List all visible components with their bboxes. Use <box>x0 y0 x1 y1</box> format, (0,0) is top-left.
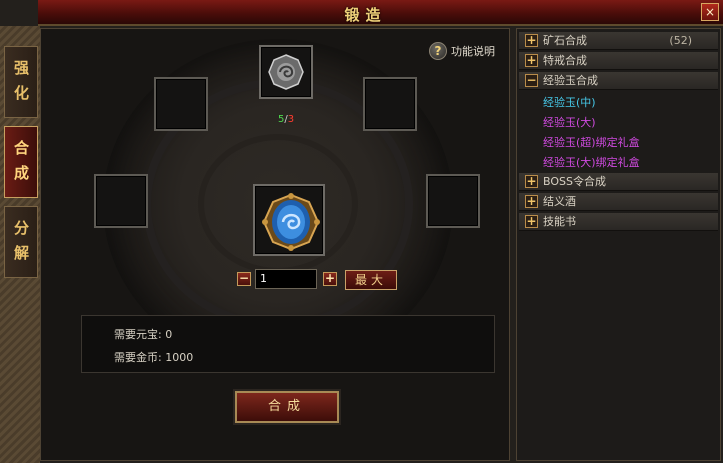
left-tab-bar: 强化 合成 分解 <box>0 26 40 463</box>
ingredient-need: 3 <box>287 114 295 125</box>
empty-slot-upper-left[interactable] <box>154 77 208 131</box>
expand-plus-icon[interactable]: + <box>525 195 538 208</box>
ore-stone-icon <box>268 54 304 90</box>
close-button[interactable]: × <box>701 3 719 21</box>
category-ore[interactable]: + 矿石合成 (52) <box>519 32 718 50</box>
required-ingot-text: 需要元宝: 0 <box>114 328 173 341</box>
ingredient-slot-top[interactable] <box>259 45 313 99</box>
quantity-input[interactable]: 1 <box>255 269 317 289</box>
expand-plus-icon[interactable]: + <box>525 175 538 188</box>
empty-slot-lower-right[interactable] <box>426 174 480 228</box>
plus-button[interactable]: + <box>323 272 337 286</box>
category-sworn-wine[interactable]: + 结义酒 <box>519 193 718 211</box>
title-bar: 锻造 × <box>38 0 723 26</box>
ingredient-count: 5/3 <box>261 114 311 125</box>
recipe-tree: + 矿石合成 (52) + 特戒合成 − 经验玉合成 经验玉(中) 经验玉(大)… <box>516 28 721 461</box>
expand-plus-icon[interactable]: + <box>525 215 538 228</box>
tab-enhance[interactable]: 强化 <box>4 46 38 118</box>
category-skill-book[interactable]: + 技能书 <box>519 213 718 231</box>
tab-synthesize[interactable]: 合成 <box>4 126 38 198</box>
question-icon: ? <box>429 42 447 60</box>
synthesize-button[interactable]: 合成 <box>235 391 339 423</box>
category-count: (52) <box>669 34 692 47</box>
category-boss-token[interactable]: + BOSS令合成 <box>519 173 718 191</box>
expand-plus-icon[interactable]: + <box>525 34 538 47</box>
required-gold-text: 需要金币: 1000 <box>114 351 194 364</box>
help-link[interactable]: ? 功能说明 <box>429 41 495 61</box>
tab-decompose[interactable]: 分解 <box>4 206 38 278</box>
empty-slot-upper-right[interactable] <box>363 77 417 131</box>
window-title: 锻造 <box>344 6 387 24</box>
collapse-minus-icon[interactable]: − <box>525 74 538 87</box>
minus-button[interactable]: − <box>237 272 251 286</box>
expand-plus-icon[interactable]: + <box>525 54 538 67</box>
category-special-ring[interactable]: + 特戒合成 <box>519 52 718 70</box>
category-exp-jade[interactable]: − 经验玉合成 <box>519 72 718 90</box>
empty-slot-lower-left[interactable] <box>94 174 148 228</box>
synthesis-panel: ? 功能说明 5/3 − 1 + 最大 需要元宝: 0 需要金币: 1000 合… <box>40 28 510 461</box>
recipe-exp-jade-large[interactable]: 经验玉(大) <box>543 114 596 130</box>
max-button[interactable]: 最大 <box>345 270 397 290</box>
recipe-exp-jade-medium[interactable]: 经验玉(中) <box>543 94 596 110</box>
recipe-exp-jade-super-box[interactable]: 经验玉(超)绑定礼盒 <box>543 134 640 150</box>
help-label: 功能说明 <box>451 45 495 58</box>
result-slot[interactable] <box>253 184 325 256</box>
experience-jade-icon <box>262 193 320 251</box>
forge-window: 强化 合成 分解 锻造 × ? 功能说明 5/3 − 1 + 最大 需要元宝: … <box>0 0 723 463</box>
requirements-box: 需要元宝: 0 需要金币: 1000 <box>81 315 495 373</box>
recipe-exp-jade-large-box[interactable]: 经验玉(大)绑定礼盒 <box>543 154 640 170</box>
